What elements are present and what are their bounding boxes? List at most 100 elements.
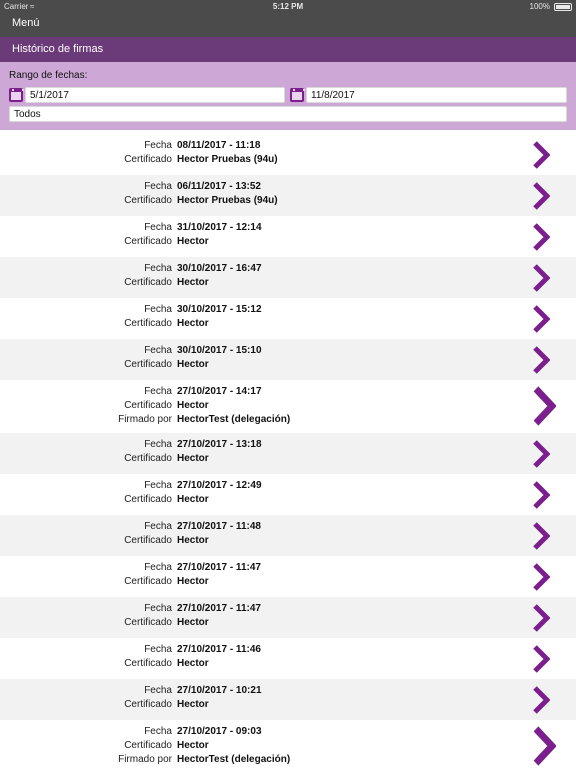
status-filter-select[interactable]: Todos <box>9 106 567 122</box>
signature-history-list: Fecha 08/11/2017 - 11:18 Certificado Hector… <box>0 134 576 768</box>
date-line: Fecha 06/11/2017 - 13:52 <box>0 181 576 195</box>
date-label: Fecha <box>144 386 172 397</box>
date-line: Fecha 27/10/2017 - 12:49 <box>0 480 576 494</box>
chevron-right-icon[interactable] <box>532 386 556 426</box>
certificate-line: Certificado Hector <box>0 617 576 631</box>
chevron-right-icon[interactable] <box>532 141 550 169</box>
certificate-value: Hector <box>177 318 209 329</box>
signature-row[interactable]: Fecha 30/10/2017 - 15:10 Certificado Hector <box>0 339 576 380</box>
date-value: 27/10/2017 - 13:18 <box>177 439 262 450</box>
date-line: Fecha 30/10/2017 - 15:10 <box>0 345 576 359</box>
certificate-value: Hector <box>177 400 209 411</box>
date-value: 31/10/2017 - 12:14 <box>177 222 262 233</box>
chevron-right-icon[interactable] <box>532 726 556 766</box>
certificate-line: Certificado Hector <box>0 277 576 291</box>
certificate-label: Certificado <box>124 359 172 370</box>
date-value: 27/10/2017 - 11:46 <box>177 644 261 655</box>
signature-row[interactable]: Fecha 27/10/2017 - 10:21 Certificado Hector <box>0 679 576 720</box>
signature-row[interactable]: Fecha 27/10/2017 - 13:18 Certificado Hector <box>0 433 576 474</box>
signature-row[interactable]: Fecha 31/10/2017 - 12:14 Certificado Hector <box>0 216 576 257</box>
signature-row[interactable]: Fecha 27/10/2017 - 11:48 Certificado Hector <box>0 515 576 556</box>
certificate-label: Certificado <box>124 195 172 206</box>
signature-row[interactable]: Fecha 08/11/2017 - 11:18 Certificado Hector… <box>0 134 576 175</box>
date-label: Fecha <box>144 140 172 151</box>
date-value: 30/10/2017 - 16:47 <box>177 263 262 274</box>
certificate-label: Certificado <box>124 699 172 710</box>
menu-button[interactable]: Menú <box>12 17 40 29</box>
date-line: Fecha 27/10/2017 - 11:46 <box>0 644 576 658</box>
signature-row[interactable]: Fecha 27/10/2017 - 11:46 Certificado Hector <box>0 638 576 679</box>
certificate-label: Certificado <box>124 617 172 628</box>
signature-row[interactable]: Fecha 27/10/2017 - 09:03 Certificado Hector… <box>0 720 576 768</box>
signature-row[interactable]: Fecha 27/10/2017 - 14:17 Certificado Hector… <box>0 380 576 433</box>
certificate-label: Certificado <box>124 400 172 411</box>
certificate-line: Certificado Hector <box>0 699 576 713</box>
signature-row[interactable]: Fecha 06/11/2017 - 13:52 Certificado Hector… <box>0 175 576 216</box>
certificate-line: Certificado Hector <box>0 494 576 508</box>
date-label: Fecha <box>144 521 172 532</box>
date-line: Fecha 27/10/2017 - 11:47 <box>0 603 576 617</box>
date-value: 30/10/2017 - 15:10 <box>177 345 262 356</box>
chevron-right-icon[interactable] <box>532 440 550 468</box>
chevron-right-icon[interactable] <box>532 686 550 714</box>
signature-row[interactable]: Fecha 27/10/2017 - 11:47 Certificado Hector <box>0 597 576 638</box>
date-label: Fecha <box>144 644 172 655</box>
filter-panel: Rango de fechas: 5/1/2017 11/8/2017 Todo… <box>0 62 576 130</box>
date-from-field[interactable]: 5/1/2017 <box>25 87 285 103</box>
date-line: Fecha 27/10/2017 - 10:21 <box>0 685 576 699</box>
calendar-to-icon[interactable] <box>290 88 305 102</box>
signed-by-line: Firmado por HectorTest (delegación) <box>0 754 576 768</box>
certificate-label: Certificado <box>124 494 172 505</box>
certificate-line: Certificado Hector Pruebas (94u) <box>0 154 576 168</box>
certificate-label: Certificado <box>124 535 172 546</box>
date-value: 30/10/2017 - 15:12 <box>177 304 262 315</box>
chevron-right-icon[interactable] <box>532 346 550 374</box>
certificate-line: Certificado Hector <box>0 359 576 373</box>
chevron-right-icon[interactable] <box>532 522 550 550</box>
date-line: Fecha 30/10/2017 - 15:12 <box>0 304 576 318</box>
date-value: 27/10/2017 - 11:47 <box>177 603 261 614</box>
certificate-value: Hector <box>177 740 209 751</box>
certificate-line: Certificado Hector <box>0 318 576 332</box>
battery-percentage: 100% <box>529 2 550 11</box>
chevron-right-icon[interactable] <box>532 563 550 591</box>
date-label: Fecha <box>144 480 172 491</box>
certificate-value: Hector <box>177 359 209 370</box>
date-line: Fecha 30/10/2017 - 16:47 <box>0 263 576 277</box>
chevron-right-icon[interactable] <box>532 223 550 251</box>
certificate-line: Certificado Hector <box>0 400 576 414</box>
date-value: 06/11/2017 - 13:52 <box>177 181 261 192</box>
chevron-right-icon[interactable] <box>532 481 550 509</box>
certificate-value: Hector <box>177 576 209 587</box>
chevron-right-icon[interactable] <box>532 604 550 632</box>
signature-row[interactable]: Fecha 30/10/2017 - 16:47 Certificado Hector <box>0 257 576 298</box>
certificate-value: Hector <box>177 658 209 669</box>
certificate-label: Certificado <box>124 658 172 669</box>
date-label: Fecha <box>144 603 172 614</box>
navigation-bar: Menú <box>0 13 576 37</box>
chevron-right-icon[interactable] <box>532 182 550 210</box>
date-label: Fecha <box>144 181 172 192</box>
calendar-from-icon[interactable] <box>9 88 24 102</box>
date-value: 27/10/2017 - 11:48 <box>177 521 261 532</box>
date-value: 08/11/2017 - 11:18 <box>177 140 261 151</box>
chevron-right-icon[interactable] <box>532 645 550 673</box>
signed-by-value: HectorTest (delegación) <box>177 754 291 765</box>
certificate-label: Certificado <box>124 740 172 751</box>
date-value: 27/10/2017 - 12:49 <box>177 480 262 491</box>
date-value: 27/10/2017 - 10:21 <box>177 685 262 696</box>
signature-row[interactable]: Fecha 27/10/2017 - 12:49 Certificado Hector <box>0 474 576 515</box>
certificate-label: Certificado <box>124 318 172 329</box>
certificate-line: Certificado Hector <box>0 576 576 590</box>
battery-icon <box>554 3 572 11</box>
date-to-field[interactable]: 11/8/2017 <box>306 87 567 103</box>
certificate-value: Hector <box>177 453 209 464</box>
chevron-right-icon[interactable] <box>532 305 550 333</box>
certificate-line: Certificado Hector Pruebas (94u) <box>0 195 576 209</box>
date-line: Fecha 27/10/2017 - 11:48 <box>0 521 576 535</box>
signature-row[interactable]: Fecha 30/10/2017 - 15:12 Certificado Hector <box>0 298 576 339</box>
signature-row[interactable]: Fecha 27/10/2017 - 11:47 Certificado Hector <box>0 556 576 597</box>
date-label: Fecha <box>144 726 172 737</box>
certificate-value: Hector <box>177 617 209 628</box>
chevron-right-icon[interactable] <box>532 264 550 292</box>
